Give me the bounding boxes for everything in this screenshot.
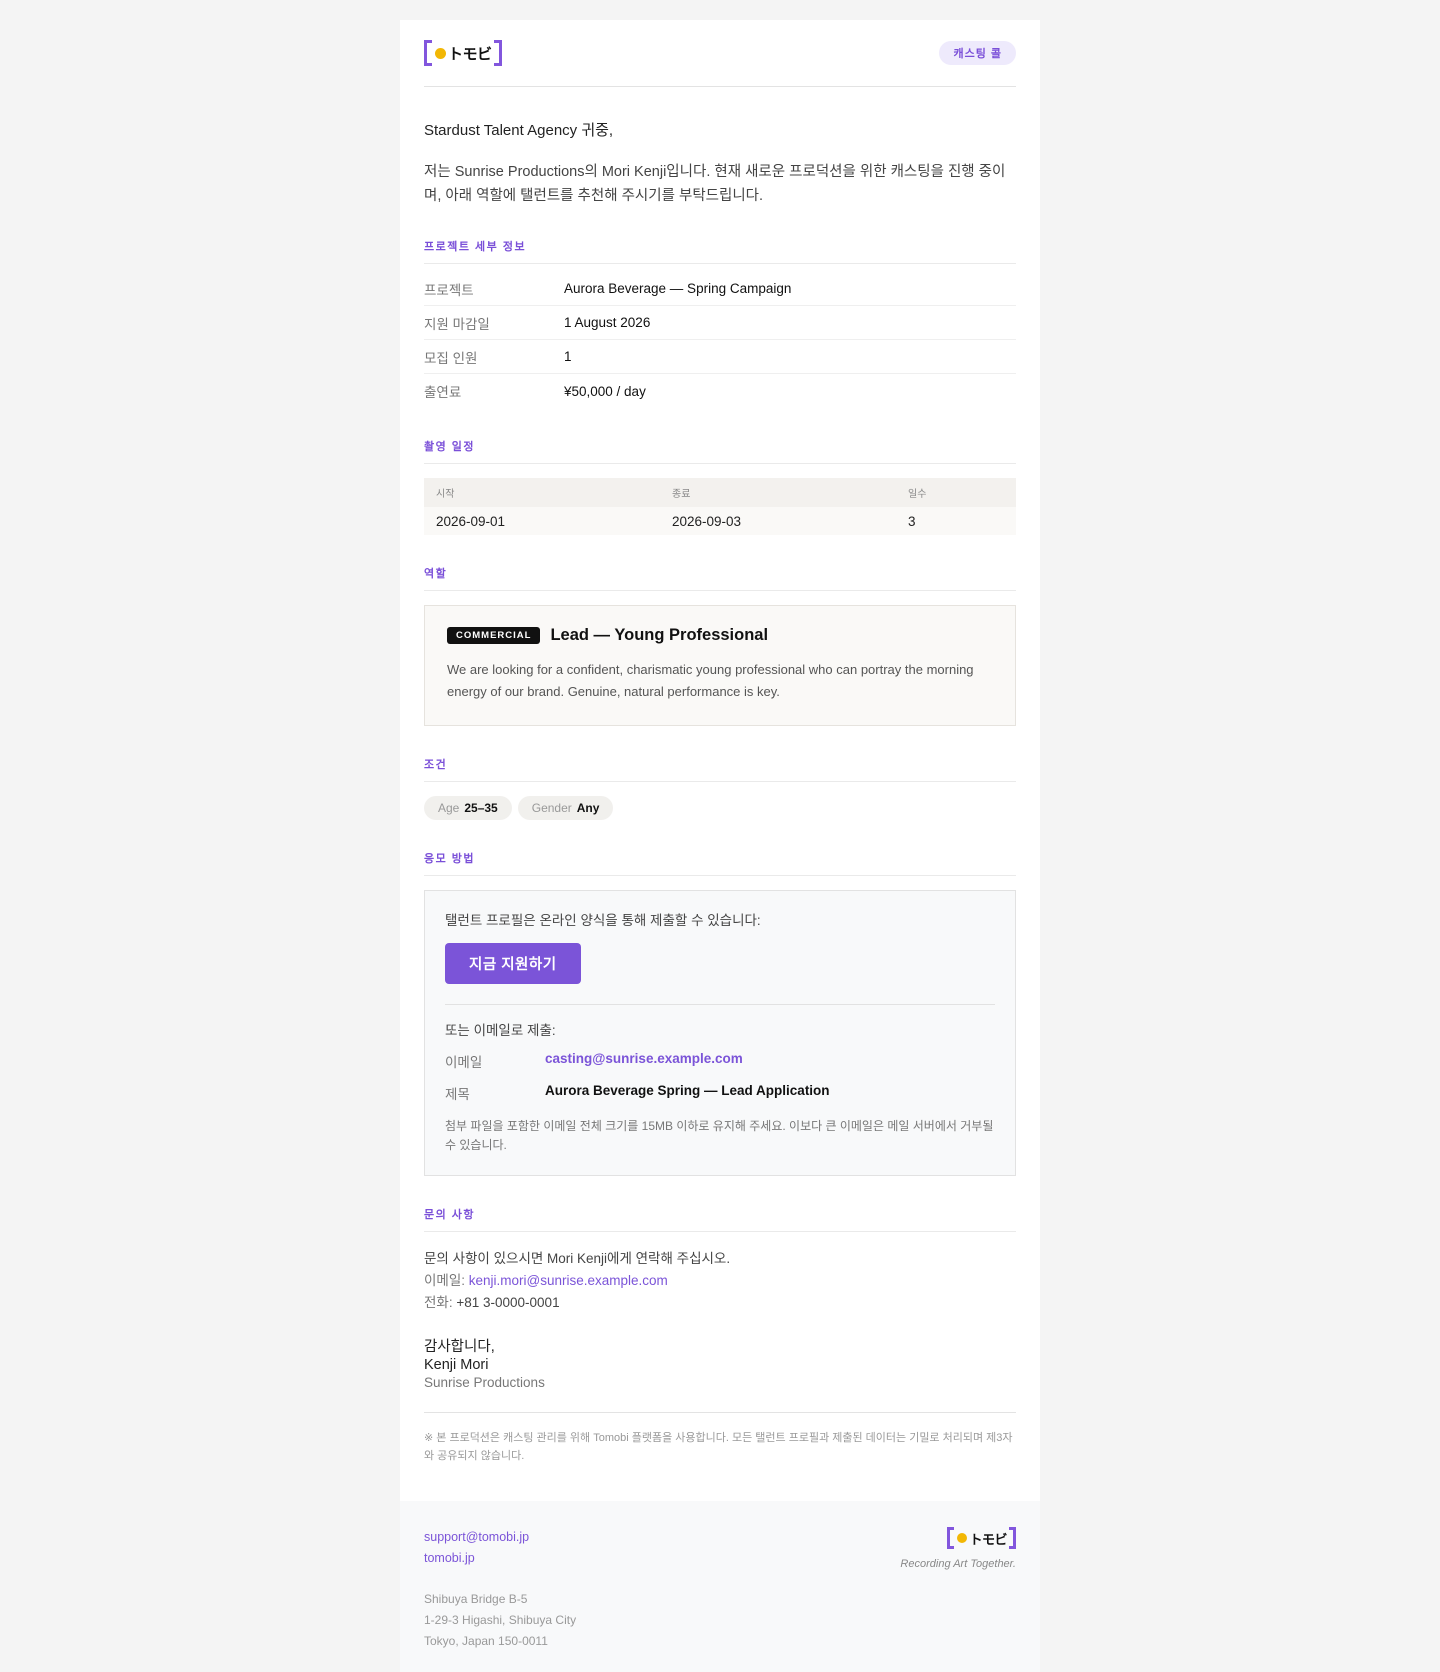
- contact-block: 문의 사항이 있으시면 Mori Kenji에게 연락해 주십시오. 이메일: …: [424, 1248, 1016, 1314]
- apply-text: 탤런트 프로필은 온라인 양식을 통해 제출할 수 있습니다:: [445, 913, 761, 928]
- schedule-start: 2026-09-01: [436, 513, 506, 529]
- contact-phone: +81 3-0000-0001: [456, 1295, 560, 1310]
- logo-bracket-right: [1009, 1527, 1016, 1549]
- email-footer: support@tomobi.jp tomobi.jp Shibuya Brid…: [400, 1501, 1040, 1672]
- detail-label: 지원 마감일: [424, 316, 490, 332]
- schedule-end: 2026-09-03: [672, 513, 742, 529]
- email-header: トモビ 캐스팅 콜: [424, 20, 1016, 87]
- schedule-header-row: 시작 종료 일수: [424, 478, 1016, 507]
- subject-row: 제목 Aurora Beverage Spring — Lead Applica…: [445, 1083, 995, 1103]
- section-title-role: 역할: [424, 565, 1016, 591]
- subject-value: Aurora Beverage Spring — Lead Applicatio…: [545, 1083, 830, 1098]
- role-card: COMMERCIAL Lead — Young Professional We …: [424, 605, 1016, 726]
- detail-label: 모집 인원: [424, 350, 478, 366]
- section-title-requirements: 조건: [424, 756, 1016, 782]
- email-label: 이메일: [445, 1055, 483, 1070]
- logo-text: トモビ: [969, 1532, 1007, 1548]
- section-title-contact: 문의 사항: [424, 1206, 1016, 1232]
- chip-label: Age: [438, 801, 460, 815]
- contact-line: 문의 사항이 있으시면 Mori Kenji에게 연락해 주십시오.: [424, 1251, 731, 1266]
- schedule-header-end: 종료: [672, 489, 691, 500]
- gender-chip: Gender Any: [517, 796, 614, 820]
- support-email-link[interactable]: support@tomobi.jp: [424, 1530, 529, 1544]
- closing-thanks: 감사합니다,: [424, 1339, 495, 1355]
- chip-label: Gender: [531, 801, 572, 815]
- sender-name: Kenji Mori: [424, 1357, 489, 1373]
- logo-bracket-left: [424, 40, 432, 66]
- site-link[interactable]: tomobi.jp: [424, 1551, 475, 1565]
- detail-row: 프로젝트 Aurora Beverage — Spring Campaign: [424, 272, 1016, 306]
- detail-value: ¥50,000 / day: [564, 383, 646, 399]
- contact-phone-label: 전화:: [424, 1295, 453, 1310]
- detail-row: 모집 인원 1: [424, 340, 1016, 374]
- address-line: 1-29-3 Higashi, Shibuya City: [424, 1613, 577, 1627]
- chip-value: Any: [576, 801, 600, 815]
- detail-value: Aurora Beverage — Spring Campaign: [564, 281, 792, 296]
- address-line: Shibuya Bridge B-5: [424, 1592, 528, 1606]
- role-name: Lead — Young Professional: [550, 626, 769, 644]
- contact-email-link[interactable]: kenji.mori@sunrise.example.com: [469, 1273, 668, 1288]
- detail-value: 1: [564, 349, 572, 364]
- detail-row: 출연료 ¥50,000 / day: [424, 374, 1016, 408]
- closing-block: 감사합니다, Kenji Mori Sunrise Productions: [424, 1338, 1016, 1392]
- footer-logo: トモビ: [947, 1527, 1016, 1549]
- size-note: 첨부 파일을 포함한 이메일 전체 크기를 15MB 이하로 유지해 주세요. …: [445, 1119, 994, 1152]
- subject-label: 제목: [445, 1087, 470, 1102]
- email-row: 이메일 casting@sunrise.example.com: [445, 1051, 995, 1071]
- logo-bracket-right: [493, 40, 502, 66]
- detail-label: 출연료: [424, 385, 462, 400]
- schedule-header-days: 일수: [908, 489, 927, 500]
- contact-email-label: 이메일:: [424, 1273, 466, 1288]
- section-title-apply: 응모 방법: [424, 850, 1016, 876]
- detail-value: 1 August 2026: [564, 315, 651, 330]
- detail-row: 지원 마감일 1 August 2026: [424, 306, 1016, 340]
- email-card: トモビ 캐스팅 콜 Stardust Talent Agency 귀중, 저는 …: [400, 20, 1040, 1672]
- apply-now-button[interactable]: 지금 지원하기: [445, 943, 581, 984]
- brand-logo: トモビ: [424, 40, 502, 66]
- divider: [445, 1004, 995, 1005]
- requirement-chips: Age 25–35 Gender Any: [424, 796, 1016, 820]
- intro-paragraph: 저는 Sunrise Productions의 Mori Kenji입니다. 현…: [424, 164, 1006, 204]
- schedule-table: 시작 종료 일수 2026-09-01 2026-09-03 3: [424, 478, 1016, 535]
- role-description: We are looking for a confident, charisma…: [447, 662, 974, 699]
- logo-dot-icon: [435, 47, 446, 59]
- logo-dot-icon: [957, 1533, 968, 1543]
- section-title-schedule: 촬영 일정: [424, 438, 1016, 464]
- age-chip: Age 25–35: [424, 796, 512, 820]
- disclaimer: ※ 본 프로덕션은 캐스팅 관리를 위해 Tomobi 플랫폼을 사용합니다. …: [424, 1412, 1016, 1465]
- section-title-details: 프로젝트 세부 정보: [424, 238, 1016, 264]
- role-category-badge: COMMERCIAL: [447, 627, 541, 644]
- logo-text: トモビ: [448, 44, 492, 63]
- project-details-table: 프로젝트 Aurora Beverage — Spring Campaign 지…: [424, 272, 1016, 408]
- schedule-days: 3: [908, 513, 916, 529]
- email-intro: 또는 이메일로 제출:: [445, 1023, 556, 1038]
- apply-box: 탤런트 프로필은 온라인 양식을 통해 제출할 수 있습니다: 지금 지원하기 …: [424, 890, 1016, 1176]
- schedule-header-start: 시작: [436, 489, 455, 500]
- chip-value: 25–35: [464, 801, 498, 815]
- sender-company: Sunrise Productions: [424, 1375, 545, 1390]
- tagline: Recording Art Together.: [900, 1558, 1016, 1570]
- logo-bracket-left: [947, 1527, 955, 1549]
- schedule-row: 2026-09-01 2026-09-03 3: [424, 507, 1016, 535]
- footer-address: Shibuya Bridge B-5 1-29-3 Higashi, Shibu…: [424, 1589, 576, 1652]
- casting-email-link[interactable]: casting@sunrise.example.com: [545, 1051, 743, 1071]
- address-line: Tokyo, Japan 150-0011: [424, 1634, 548, 1648]
- detail-label: 프로젝트: [424, 282, 474, 298]
- greeting: Stardust Talent Agency 귀중,: [424, 122, 614, 139]
- casting-call-tag: 캐스팅 콜: [939, 41, 1016, 65]
